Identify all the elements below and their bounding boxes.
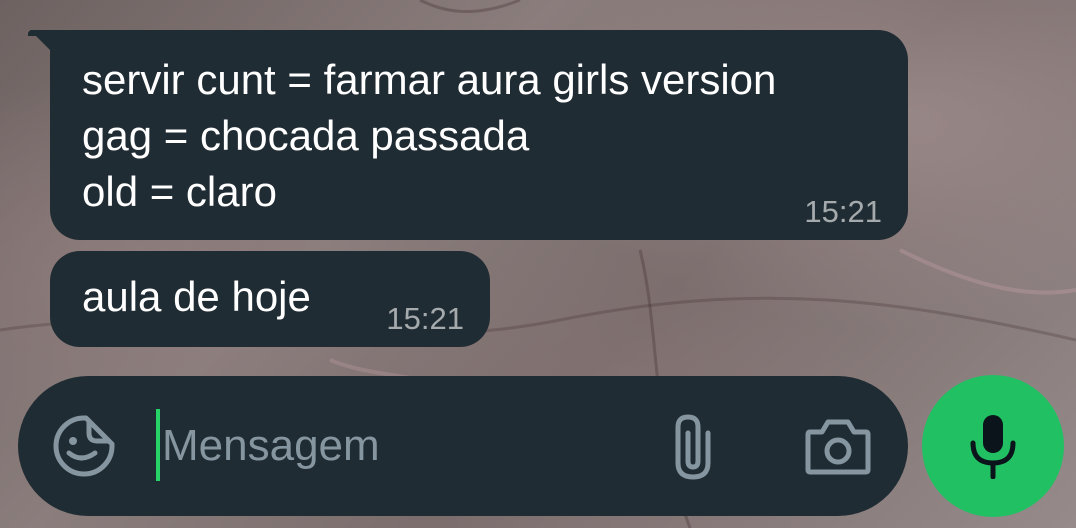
text-cursor [156,409,160,481]
message-timestamp: 15:21 [804,194,882,229]
message-bubble[interactable]: aula de hoje 15:21 [50,251,490,347]
voice-record-button[interactable] [922,375,1064,517]
bubble-tail-cap [28,30,36,36]
message-line: old = claro [82,168,277,215]
paperclip-icon[interactable] [668,411,718,481]
message-line: servir cunt = farmar aura girls version [82,56,777,103]
camera-icon[interactable] [804,416,872,476]
message-bubble[interactable]: servir cunt = farmar aura girls version … [28,30,908,240]
message-text: servir cunt = farmar aura girls version … [82,52,776,220]
message-timestamp: 15:21 [386,301,464,336]
microphone-icon [969,413,1017,480]
message-composer [18,376,908,516]
message-line: gag = chocada passada [82,112,530,159]
message-input[interactable] [162,412,642,480]
message-line: aula de hoje [82,273,311,320]
sticker-icon[interactable] [51,413,117,479]
